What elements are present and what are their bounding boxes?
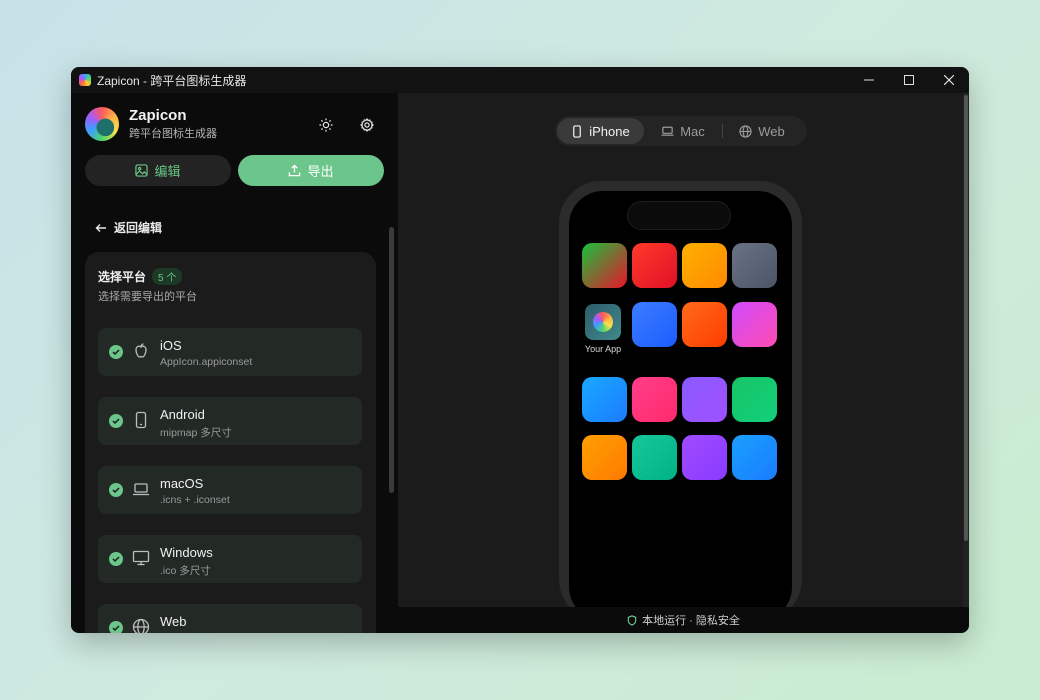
app-icon[interactable]: [682, 302, 727, 347]
edit-tab-button[interactable]: 编辑: [85, 155, 231, 186]
minimize-icon: [864, 79, 874, 81]
sidebar-scrollbar[interactable]: [389, 227, 394, 493]
theme-toggle-button[interactable]: [314, 113, 338, 137]
your-app-label: Your App: [584, 344, 622, 354]
platform-name: iOS: [160, 338, 182, 353]
app-icon[interactable]: [632, 243, 677, 288]
app-icon[interactable]: [732, 243, 777, 288]
app-icon[interactable]: [682, 435, 727, 480]
app-icon[interactable]: [682, 377, 727, 422]
export-tab-button[interactable]: 导出: [238, 155, 384, 186]
panel-subtitle: 选择需要导出的平台: [98, 291, 197, 303]
phone-icon: [573, 124, 582, 138]
tab-label: Web: [758, 123, 785, 139]
brand: Zapicon 跨平台图标生成器: [85, 107, 217, 141]
app-icon[interactable]: [632, 377, 677, 422]
checkbox-checked-icon[interactable]: [109, 414, 123, 428]
platform-name: Android: [160, 407, 205, 422]
device-switcher: iPhone Mac Web: [555, 116, 807, 146]
maximize-button[interactable]: [889, 67, 929, 93]
platform-item-windows[interactable]: Windows .ico 多尺寸: [98, 535, 362, 583]
maximize-icon: [904, 75, 914, 85]
back-to-edit-link[interactable]: 返回编辑: [95, 219, 162, 236]
app-icon[interactable]: [632, 435, 677, 480]
platform-desc: AppIcon.appiconset: [160, 356, 253, 368]
phone-icon: [135, 411, 147, 429]
app-logo-icon: [79, 74, 91, 86]
sidebar: Zapicon 跨平台图标生成器 编辑 导出 返回编辑 选择平台 5 个 选择需…: [71, 93, 398, 633]
iphone-screen: Your App: [569, 191, 792, 607]
settings-button[interactable]: [355, 113, 379, 137]
platform-panel: 选择平台 5 个 选择需要导出的平台 iOS AppIcon.appiconse…: [85, 252, 376, 633]
preview-area: iPhone Mac Web Your App: [398, 93, 969, 607]
app-preview-icon: [585, 304, 621, 340]
image-icon: [135, 164, 149, 177]
app-icon[interactable]: [632, 302, 677, 347]
platform-name: Web: [160, 614, 187, 629]
tab-label: iPhone: [589, 123, 630, 139]
platform-name: macOS: [160, 476, 204, 491]
brand-name: Zapicon: [129, 107, 187, 124]
tab-iphone[interactable]: iPhone: [557, 118, 644, 144]
globe-icon: [132, 618, 150, 633]
globe-icon: [739, 124, 752, 138]
platform-name: Windows: [160, 545, 213, 560]
window-title: Zapicon - 跨平台图标生成器: [97, 73, 247, 88]
platform-item-macos[interactable]: macOS .icns + .iconset: [98, 466, 362, 514]
sun-icon: [319, 118, 333, 132]
brand-subtitle: 跨平台图标生成器: [129, 128, 217, 140]
zapicon-logo-icon: [85, 107, 119, 141]
apple-icon: [135, 343, 147, 358]
checkbox-checked-icon[interactable]: [109, 552, 123, 566]
app-icon[interactable]: [732, 435, 777, 480]
app-icon[interactable]: [582, 243, 627, 288]
laptop-icon: [661, 126, 674, 136]
title-bar: Zapicon - 跨平台图标生成器: [71, 67, 969, 93]
platform-desc: mipmap 多尺寸: [160, 427, 232, 439]
platform-item-ios[interactable]: iOS AppIcon.appiconset: [98, 328, 362, 376]
checkbox-checked-icon[interactable]: [109, 621, 123, 633]
count-badge: 5 个: [152, 268, 183, 285]
checkbox-checked-icon[interactable]: [109, 483, 123, 497]
tab-mac[interactable]: Mac: [644, 118, 722, 144]
app-icon[interactable]: [682, 243, 727, 288]
platform-item-android[interactable]: Android mipmap 多尺寸: [98, 397, 362, 445]
back-link-label: 返回编辑: [114, 221, 163, 235]
export-tab-label: 导出: [307, 164, 334, 179]
close-icon: [944, 75, 954, 85]
gear-icon: [360, 118, 374, 132]
app-window: Zapicon - 跨平台图标生成器 Zapicon 跨平台图标生成器 编辑 导…: [71, 67, 969, 633]
arrow-left-icon: [95, 223, 106, 232]
your-app-icon[interactable]: Your App: [585, 304, 621, 354]
platform-desc: .ico 多尺寸: [160, 565, 211, 577]
app-icon[interactable]: [732, 302, 777, 347]
laptop-icon: [133, 483, 149, 496]
upload-icon: [289, 164, 301, 177]
platform-desc: .icns + .iconset: [160, 494, 230, 506]
minimize-button[interactable]: [849, 67, 889, 93]
app-icon[interactable]: [732, 377, 777, 422]
edit-tab-label: 编辑: [154, 164, 181, 179]
iphone-mockup: Your App: [559, 181, 802, 607]
checkbox-checked-icon[interactable]: [109, 345, 123, 359]
status-bar: 本地运行 · 隐私安全: [398, 607, 969, 633]
monitor-icon: [132, 550, 150, 566]
tab-label: Mac: [680, 123, 705, 139]
dynamic-island: [627, 201, 731, 230]
status-text: 本地运行 · 隐私安全: [642, 615, 740, 627]
app-icon[interactable]: [582, 377, 627, 422]
panel-title-text: 选择平台: [98, 270, 147, 284]
platform-item-web[interactable]: Web: [98, 604, 362, 633]
panel-title: 选择平台 5 个: [98, 268, 183, 285]
app-icon[interactable]: [582, 435, 627, 480]
preview-scrollbar[interactable]: [963, 93, 969, 607]
shield-icon: [627, 614, 637, 626]
tab-web[interactable]: Web: [723, 118, 801, 144]
close-button[interactable]: [929, 67, 969, 93]
